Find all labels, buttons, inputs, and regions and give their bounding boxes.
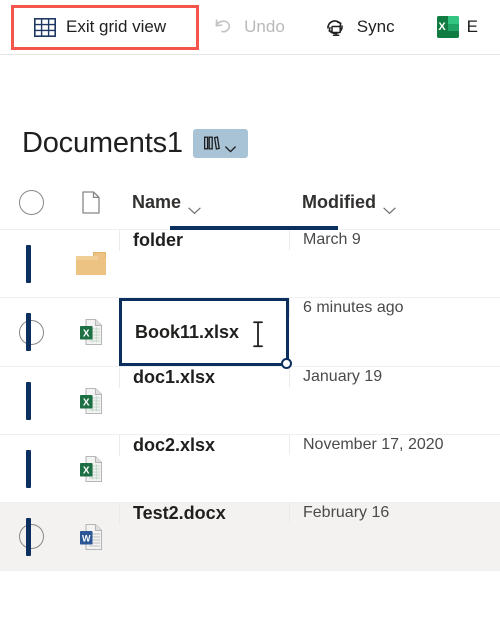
row-modified-cell[interactable]: 6 minutes ago bbox=[289, 298, 500, 318]
row-modified-label: March 9 bbox=[303, 231, 361, 248]
table-row[interactable]: W Test2.docx February 16 bbox=[0, 503, 500, 571]
row-name-label: folder bbox=[133, 230, 184, 250]
svg-text:X: X bbox=[82, 397, 89, 408]
file-type-icon bbox=[81, 191, 100, 214]
page-title: Documents1 bbox=[22, 126, 183, 159]
row-modified-cell[interactable]: February 16 bbox=[289, 503, 500, 523]
row-modified-cell[interactable]: November 17, 2020 bbox=[289, 435, 500, 455]
row-name-cell-selected[interactable]: Book11.xlsx bbox=[119, 298, 292, 369]
select-all-header[interactable] bbox=[0, 176, 62, 229]
row-icon-cell bbox=[62, 252, 119, 275]
folder-icon bbox=[75, 252, 106, 275]
modified-column-label: Modified bbox=[302, 192, 376, 212]
row-modified-label: February 16 bbox=[303, 504, 390, 521]
name-column-header[interactable]: Name bbox=[119, 176, 289, 229]
excel-file-icon: X bbox=[79, 455, 103, 483]
row-indicator-bar bbox=[26, 244, 31, 283]
row-name-cell[interactable]: doc2.xlsx bbox=[119, 435, 289, 456]
undo-icon bbox=[212, 16, 234, 38]
undo-button[interactable]: Undo bbox=[200, 8, 297, 46]
row-name-cell[interactable]: doc1.xlsx bbox=[119, 367, 289, 388]
row-modified-cell[interactable]: January 19 bbox=[289, 367, 500, 387]
files-table: Name Modified folder March 9 X Book11.xl… bbox=[0, 176, 500, 571]
svg-text:X: X bbox=[82, 328, 89, 339]
row-name-cell[interactable]: folder bbox=[119, 230, 289, 251]
chevron-down-icon[interactable] bbox=[188, 199, 201, 215]
row-checkbox-icon[interactable] bbox=[18, 319, 44, 345]
exit-grid-view-button[interactable]: Exit grid view bbox=[22, 8, 178, 46]
library-title-row: Documents1 bbox=[0, 110, 500, 176]
excel-file-icon: X bbox=[79, 387, 103, 415]
row-modified-cell[interactable]: March 9 bbox=[289, 230, 500, 250]
fill-handle[interactable] bbox=[281, 358, 292, 369]
word-file-icon: W bbox=[79, 523, 103, 551]
table-row[interactable]: X doc2.xlsx November 17, 2020 bbox=[0, 435, 500, 503]
row-modified-label: 6 minutes ago bbox=[303, 299, 404, 316]
row-indicator-bar bbox=[26, 517, 31, 556]
row-name-cell[interactable]: Test2.docx bbox=[119, 503, 289, 524]
sync-icon bbox=[323, 16, 347, 38]
svg-text:W: W bbox=[81, 533, 90, 543]
row-indicator-bar bbox=[26, 449, 31, 488]
exit-grid-view-label: Exit grid view bbox=[66, 17, 167, 36]
row-name-label: Book11.xlsx bbox=[135, 321, 240, 342]
row-icon-cell: X bbox=[62, 318, 119, 346]
table-header-row: Name Modified bbox=[0, 176, 500, 230]
row-modified-label: November 17, 2020 bbox=[303, 436, 444, 453]
excel-logo-icon: X bbox=[436, 16, 459, 38]
export-to-excel-button[interactable]: X E bbox=[425, 8, 490, 46]
row-select-cell[interactable] bbox=[0, 319, 62, 345]
text-cursor-icon bbox=[252, 320, 264, 348]
row-icon-cell: X bbox=[62, 455, 119, 483]
table-row[interactable]: X doc1.xlsx January 19 bbox=[0, 367, 500, 435]
row-name-label: Test2.docx bbox=[133, 503, 226, 523]
undo-label: Undo bbox=[244, 17, 285, 36]
svg-text:X: X bbox=[82, 465, 89, 476]
books-icon bbox=[204, 136, 221, 150]
row-indicator-bar bbox=[26, 313, 31, 351]
sync-button[interactable]: Sync bbox=[311, 8, 407, 46]
row-name-label: doc2.xlsx bbox=[133, 435, 216, 455]
row-indicator-bar bbox=[26, 381, 31, 420]
file-type-header[interactable] bbox=[62, 176, 119, 229]
row-name-label: doc1.xlsx bbox=[133, 367, 216, 387]
row-select-cell[interactable] bbox=[0, 524, 62, 549]
sync-label: Sync bbox=[356, 17, 395, 36]
table-row[interactable]: X Book11.xlsx 6 minutes ago bbox=[0, 298, 500, 369]
chevron-down-icon bbox=[225, 140, 237, 153]
grid-icon bbox=[34, 17, 56, 37]
row-icon-cell: X bbox=[62, 387, 119, 415]
select-all-circle-icon[interactable] bbox=[18, 190, 44, 215]
table-row[interactable]: folder March 9 bbox=[0, 230, 500, 298]
chevron-down-icon[interactable] bbox=[383, 199, 396, 215]
excel-file-icon: X bbox=[79, 318, 103, 346]
modified-column-header[interactable]: Modified bbox=[289, 176, 500, 229]
command-toolbar: Exit grid view Undo Sync X E bbox=[0, 0, 500, 55]
library-switcher-button[interactable] bbox=[192, 128, 248, 158]
name-column-label: Name bbox=[132, 192, 182, 212]
row-checkbox-icon[interactable] bbox=[18, 524, 44, 549]
excel-label: E bbox=[466, 17, 478, 36]
row-icon-cell: W bbox=[62, 523, 119, 551]
row-modified-label: January 19 bbox=[303, 368, 383, 385]
